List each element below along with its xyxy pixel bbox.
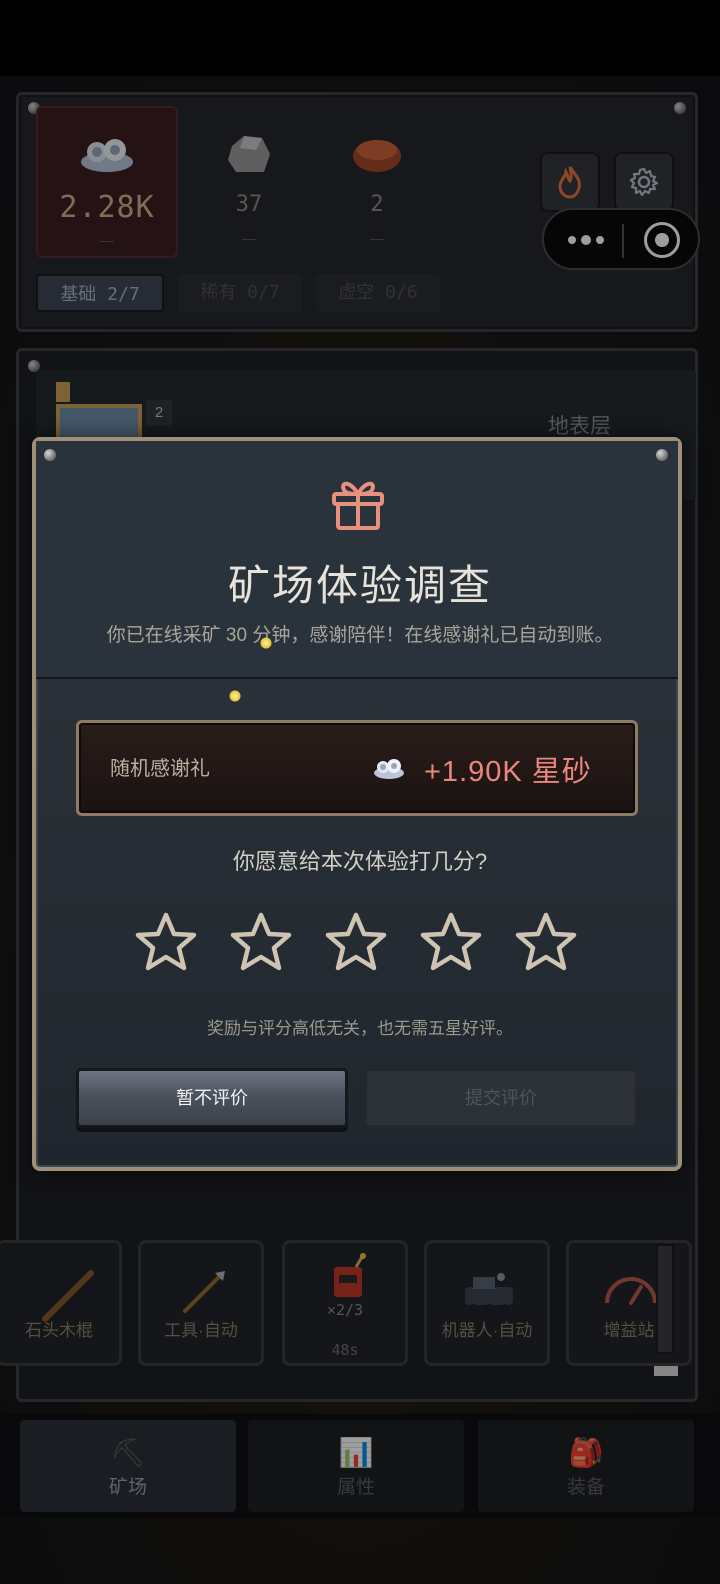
star-2-icon[interactable] [229,910,293,974]
sparkle [229,690,241,702]
sparkle [260,637,272,649]
star-1-icon[interactable] [134,910,198,974]
star-3-icon[interactable] [324,910,388,974]
rating-question: 你愿意给本次体验打几分? [232,849,488,874]
reward-amount: +1.90K 星砂 [424,756,592,788]
dialog-title: 矿场体验调查 [227,562,492,609]
dialog-subtitle: 你已在线采矿 30 分钟，感谢陪伴！在线感谢礼已自动到账。 [106,625,614,646]
status-bar [0,0,720,76]
rating-hint: 奖励与评分高低无关，也无需五星好评。 [207,1019,513,1038]
rivet [656,449,668,461]
rivet [44,449,56,461]
gift-icon [332,481,384,530]
skip-rating-button[interactable]: 暂不评价 [76,1068,348,1128]
stardust-icon [374,759,404,779]
submit-rating-button[interactable]: 提交评价 [364,1068,638,1128]
reward-label: 随机感谢礼 [110,758,210,780]
star-4-icon[interactable] [419,910,483,974]
star-5-icon[interactable] [514,910,578,974]
